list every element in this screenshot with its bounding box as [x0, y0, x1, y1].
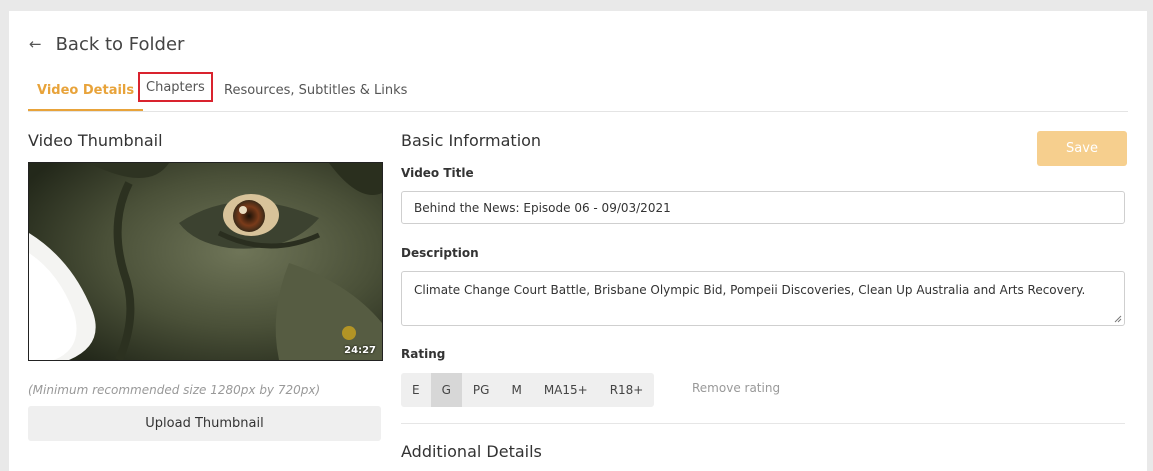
video-duration-badge: 24:27 — [344, 345, 376, 356]
rating-selector: E G PG M MA15+ R18+ — [401, 373, 655, 407]
resize-handle-icon[interactable] — [1114, 315, 1122, 323]
back-to-folder-label: Back to Folder — [55, 33, 185, 55]
tab-resources-subtitles-links[interactable]: Resources, Subtitles & Links — [224, 79, 407, 109]
additional-details-heading: Additional Details — [401, 442, 542, 461]
save-button[interactable]: Save — [1037, 131, 1127, 166]
upload-thumbnail-button[interactable]: Upload Thumbnail — [28, 406, 381, 441]
rating-option-e[interactable]: E — [401, 373, 431, 407]
tab-video-details[interactable]: Video Details — [28, 79, 144, 111]
tab-bar: Video Details Chapters Resources, Subtit… — [28, 72, 1128, 112]
main-panel: ← Back to Folder Video Details Chapters … — [9, 11, 1147, 471]
rating-label: Rating — [401, 347, 446, 361]
description-textarea[interactable]: Climate Change Court Battle, Brisbane Ol… — [401, 271, 1125, 326]
video-title-input[interactable]: Behind the News: Episode 06 - 09/03/2021 — [401, 191, 1125, 224]
section-divider — [401, 423, 1125, 424]
rating-option-m[interactable]: M — [500, 373, 532, 407]
remove-rating-link[interactable]: Remove rating — [692, 381, 780, 395]
rating-option-ma15[interactable]: MA15+ — [533, 373, 599, 407]
video-thumbnail-image[interactable]: 24:27 — [28, 162, 383, 361]
tab-chapters[interactable]: Chapters — [138, 72, 213, 102]
video-thumbnail-heading: Video Thumbnail — [28, 131, 163, 150]
arrow-left-icon: ← — [29, 34, 42, 53]
thumbnail-artwork — [29, 163, 382, 360]
rating-option-pg[interactable]: PG — [462, 373, 501, 407]
basic-information-heading: Basic Information — [401, 131, 542, 150]
description-text: Climate Change Court Battle, Brisbane Ol… — [414, 283, 1086, 297]
rating-option-r18[interactable]: R18+ — [599, 373, 655, 407]
video-title-label: Video Title — [401, 166, 474, 180]
description-label: Description — [401, 246, 479, 260]
thumbnail-size-hint: (Minimum recommended size 1280px by 720p… — [28, 383, 321, 397]
rating-option-g[interactable]: G — [430, 373, 462, 407]
back-to-folder-link[interactable]: ← Back to Folder — [29, 31, 184, 57]
